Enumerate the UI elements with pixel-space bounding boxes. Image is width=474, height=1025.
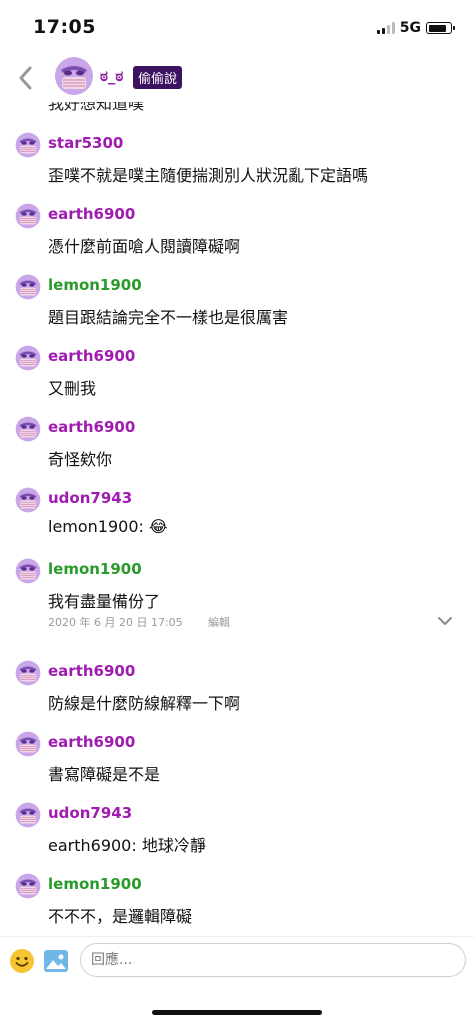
message-text: lemon1900: 😂: [48, 517, 168, 536]
message-username[interactable]: star5300: [48, 134, 123, 152]
message-list[interactable]: 我好想知道噗 star5300 歪噗不就是噗主隨便揣測別人狀況亂下定語嗎 earth…: [0, 90, 474, 936]
mask-avatar-icon[interactable]: [15, 274, 41, 300]
chat-header: ಠ_ಠ 偷偷說: [0, 56, 474, 102]
message-text: 不不不，是邏輯障礙: [48, 907, 193, 926]
message-text: 我有盡量備份了: [48, 592, 161, 611]
mask-avatar-icon[interactable]: [15, 132, 41, 158]
message-username[interactable]: earth6900: [48, 418, 135, 436]
message-username[interactable]: earth6900: [48, 733, 135, 751]
mask-avatar-icon[interactable]: [15, 873, 41, 899]
mask-avatar-icon[interactable]: [15, 487, 41, 513]
mask-avatar-icon[interactable]: [15, 802, 41, 828]
home-indicator: [152, 1010, 322, 1015]
battery-icon: [426, 22, 455, 34]
status-bar: 17:05 5G: [0, 0, 474, 56]
message-username[interactable]: earth6900: [48, 662, 135, 680]
reply-bar: [0, 936, 474, 1025]
message-username[interactable]: udon7943: [48, 489, 132, 507]
message-username[interactable]: udon7943: [48, 804, 132, 822]
post-timestamp: 2020 年 6 月 20 日 17:05: [48, 616, 183, 629]
signal-icon: [376, 22, 395, 34]
expand-chevron-icon[interactable]: [436, 612, 454, 630]
message-text: 歪噗不就是噗主隨便揣測別人狀況亂下定語嗎: [48, 166, 369, 185]
mask-avatar-icon[interactable]: [15, 558, 41, 584]
message-username[interactable]: earth6900: [48, 205, 135, 223]
message-text: 題目跟結論完全不一樣也是很厲害: [48, 308, 289, 327]
edit-link[interactable]: 編輯: [208, 614, 230, 630]
status-time: 17:05: [33, 16, 96, 38]
mask-avatar-icon[interactable]: [15, 416, 41, 442]
mask-avatar-icon[interactable]: [54, 56, 94, 96]
mask-avatar-icon[interactable]: [15, 203, 41, 229]
status-indicators: 5G: [376, 20, 455, 36]
back-chevron-icon[interactable]: [14, 62, 38, 94]
header-username[interactable]: ಠ_ಠ: [100, 67, 123, 85]
reply-input[interactable]: [80, 943, 466, 977]
message-text: 又刪我: [48, 379, 97, 398]
emoji-icon[interactable]: [9, 948, 35, 974]
image-icon[interactable]: [43, 948, 69, 974]
message-text: 防線是什麼防線解釋一下啊: [48, 694, 241, 713]
mask-avatar-icon[interactable]: [15, 345, 41, 371]
mask-avatar-icon[interactable]: [15, 731, 41, 757]
message-username[interactable]: earth6900: [48, 347, 135, 365]
message-text: earth6900: 地球冷靜: [48, 836, 206, 855]
message-text: 奇怪欸你: [48, 450, 113, 469]
message-text: 書寫障礙是不是: [48, 765, 161, 784]
network-label: 5G: [399, 20, 421, 36]
anonymous-badge: 偷偷說: [133, 66, 183, 89]
message-text: 憑什麼前面嗆人閱讀障礙啊: [48, 237, 241, 256]
message-username[interactable]: lemon1900: [48, 276, 142, 294]
mask-avatar-icon[interactable]: [15, 660, 41, 686]
message-username[interactable]: lemon1900: [48, 875, 142, 893]
message-username[interactable]: lemon1900: [48, 560, 142, 578]
